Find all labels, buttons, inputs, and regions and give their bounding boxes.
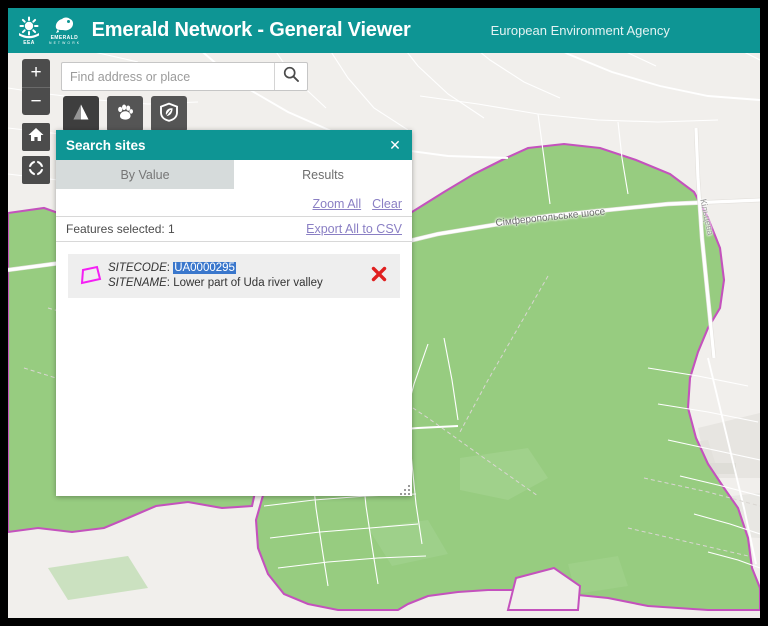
address-search[interactable]: [61, 62, 308, 91]
panel-header: Search sites ✕: [56, 130, 412, 160]
app-header: EEA EMERALD N E T W O R K Emerald Networ…: [8, 8, 760, 53]
panel-title: Search sites: [66, 137, 146, 153]
close-icon[interactable]: ✕: [386, 138, 404, 152]
search-icon: [283, 66, 299, 87]
features-selected-count: Features selected: 1: [66, 222, 175, 236]
agency-label: European Environment Agency: [490, 23, 670, 38]
search-sites-panel: Search sites ✕ By Value Results Zoom All…: [56, 130, 412, 496]
app-frame: Сімферопольське шосе Кільцева EEA EMERAL…: [8, 8, 760, 618]
leaf-shield-icon: [159, 102, 179, 127]
tab-by-value[interactable]: By Value: [56, 160, 234, 189]
eea-logo-label: EEA: [23, 39, 35, 46]
tab-results[interactable]: Results: [234, 160, 412, 189]
sitecode-value[interactable]: UA0000295: [173, 262, 236, 274]
crosshair-icon: [27, 158, 45, 182]
zoom-out-button[interactable]: −: [22, 87, 50, 115]
results-list: SITECODE: UA0000295 SITENAME: Lower part…: [56, 242, 412, 496]
sitecode-key: SITECODE: [108, 262, 167, 274]
sitename-value: Lower part of Uda river valley: [173, 277, 323, 289]
emerald-logo-icon: EMERALD N E T W O R K: [49, 15, 80, 46]
species-layer-button[interactable]: [107, 96, 143, 132]
zoom-all-link[interactable]: Zoom All: [312, 197, 361, 211]
zoom-in-button[interactable]: +: [22, 59, 50, 87]
mountain-icon: [71, 102, 91, 127]
sites-layer-button[interactable]: [63, 96, 99, 132]
layer-toolbar: [63, 96, 187, 132]
search-input[interactable]: [62, 63, 274, 90]
habitats-layer-button[interactable]: [151, 96, 187, 132]
list-item[interactable]: SITECODE: UA0000295 SITENAME: Lower part…: [68, 254, 400, 298]
eea-logo-icon: EEA: [16, 16, 42, 46]
logo-group: EEA EMERALD N E T W O R K: [8, 15, 80, 46]
emerald-logo-sublabel: N E T W O R K: [49, 41, 80, 45]
home-control: [22, 123, 50, 151]
locate-button[interactable]: [22, 156, 50, 184]
panel-resize-handle[interactable]: [399, 483, 411, 495]
clear-link[interactable]: Clear: [372, 197, 402, 211]
sitename-line: SITENAME: Lower part of Uda river valley: [108, 276, 366, 291]
home-icon: [28, 127, 44, 147]
polygon-icon: [76, 265, 106, 287]
sitecode-line: SITECODE: UA0000295: [108, 261, 366, 276]
page-title: Emerald Network - General Viewer: [91, 19, 411, 41]
search-button[interactable]: [274, 63, 307, 90]
paw-icon: [115, 102, 135, 127]
result-fields: SITECODE: UA0000295 SITENAME: Lower part…: [106, 261, 366, 291]
results-summary: Features selected: 1 Export All to CSV: [56, 216, 412, 242]
zoom-controls: + −: [22, 59, 50, 115]
red-x-icon: [370, 266, 388, 287]
locate-control: [22, 156, 50, 184]
export-csv-link[interactable]: Export All to CSV: [306, 222, 402, 236]
home-button[interactable]: [22, 123, 50, 151]
sitename-key: SITENAME: [108, 277, 167, 289]
remove-result-button[interactable]: [366, 265, 392, 288]
panel-tabs: By Value Results: [56, 160, 412, 189]
panel-actions: Zoom All Clear: [56, 189, 412, 216]
